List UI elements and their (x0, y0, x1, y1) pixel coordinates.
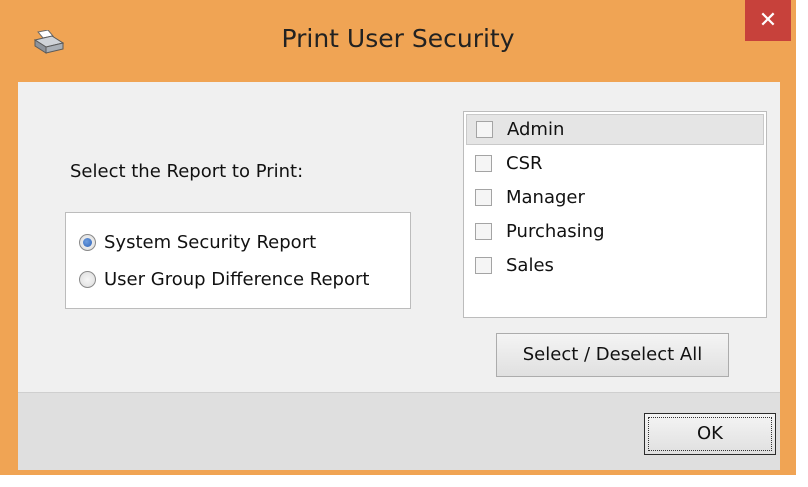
list-item-purchasing[interactable]: Purchasing (466, 216, 764, 247)
list-item-manager[interactable]: Manager (466, 182, 764, 213)
checkbox[interactable] (475, 155, 492, 172)
list-item-label: Admin (507, 119, 565, 140)
report-type-group: System Security Report User Group Differ… (65, 212, 411, 309)
radio-label: System Security Report (104, 231, 317, 253)
list-item-label: CSR (506, 153, 543, 174)
checkbox[interactable] (476, 121, 493, 138)
radio-unselected-icon[interactable] (79, 270, 96, 288)
checkbox[interactable] (475, 189, 492, 206)
list-item-csr[interactable]: CSR (466, 148, 764, 179)
ok-button[interactable]: OK (644, 413, 776, 455)
list-item-admin[interactable]: Admin (466, 114, 764, 145)
user-groups-checklist[interactable]: Admin CSR Manager Purchasing Sales (463, 111, 767, 318)
list-item-sales[interactable]: Sales (466, 250, 764, 281)
radio-user-group-difference-report[interactable]: User Group Difference Report (79, 266, 369, 292)
radio-system-security-report[interactable]: System Security Report (79, 229, 316, 255)
ok-button-label: OK (697, 423, 723, 444)
list-item-label: Manager (506, 187, 585, 208)
radio-selected-icon[interactable] (79, 233, 96, 251)
select-deselect-all-button[interactable]: Select / Deselect All (496, 333, 729, 377)
report-prompt-label: Select the Report to Print: (70, 161, 304, 182)
dialog-window: Print User Security ✕ Select the Report … (0, 0, 796, 475)
title-bar[interactable]: Print User Security ✕ (0, 0, 796, 82)
list-item-label: Purchasing (506, 221, 605, 242)
window-title: Print User Security (281, 24, 515, 53)
list-item-label: Sales (506, 255, 554, 276)
checkbox[interactable] (475, 257, 492, 274)
checkbox[interactable] (475, 223, 492, 240)
radio-label: User Group Difference Report (104, 268, 370, 290)
close-icon: ✕ (758, 8, 778, 33)
close-button[interactable]: ✕ (745, 0, 791, 41)
